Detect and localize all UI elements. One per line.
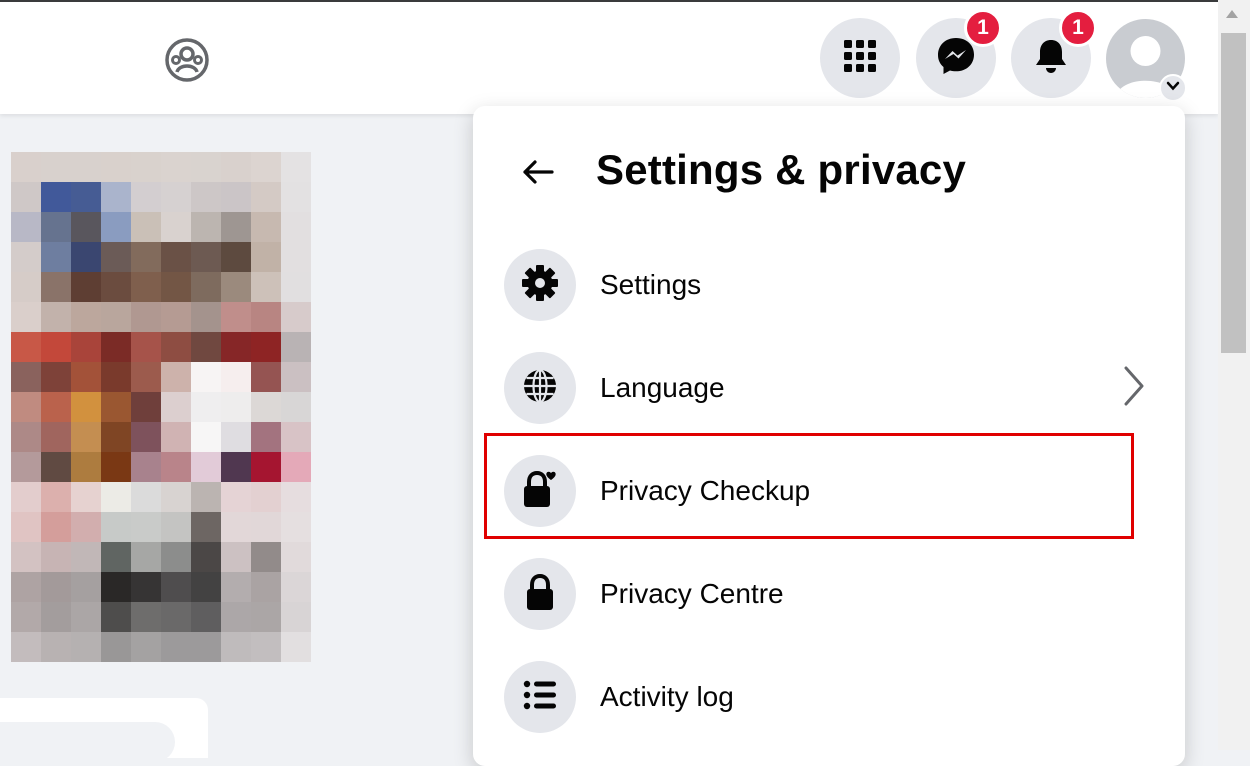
menu-item-language[interactable]: Language — [490, 342, 1158, 434]
menu-button[interactable] — [820, 18, 900, 98]
menu-item-activity-log[interactable]: Activity log — [490, 651, 1158, 743]
messenger-button[interactable]: 1 — [916, 9, 1002, 98]
menu-item-privacy-centre[interactable]: Privacy Centre — [490, 548, 1158, 640]
globe-icon — [520, 366, 560, 411]
list-icon — [520, 675, 560, 720]
messenger-badge: 1 — [964, 9, 1002, 47]
menu-item-label: Language — [600, 372, 725, 403]
menu-item-settings[interactable]: Settings — [490, 239, 1158, 331]
blurred-image — [0, 152, 312, 664]
menu-item-label: Activity log — [600, 681, 734, 712]
back-arrow-icon[interactable] — [518, 152, 558, 192]
top-navigation-bar: 1 1 — [0, 0, 1218, 114]
gear-icon — [520, 263, 560, 308]
chevron-down-icon — [1166, 79, 1180, 98]
menu-item-label: Settings — [600, 269, 702, 300]
groups-icon[interactable] — [163, 36, 211, 84]
scroll-up-icon[interactable] — [1226, 10, 1238, 18]
post-input-pill[interactable] — [0, 722, 175, 762]
menu-item-label: Privacy Centre — [600, 578, 784, 609]
notifications-button[interactable]: 1 — [1011, 9, 1097, 98]
lock-icon — [520, 572, 560, 617]
account-chevron-button[interactable] — [1159, 74, 1187, 102]
scrollbar-thumb[interactable] — [1221, 33, 1246, 353]
highlight-box — [484, 433, 1134, 539]
chevron-right-icon — [1120, 364, 1148, 413]
notifications-badge: 1 — [1059, 9, 1097, 47]
menu-title: Settings & privacy — [596, 146, 967, 193]
grid-menu-icon — [840, 36, 880, 81]
